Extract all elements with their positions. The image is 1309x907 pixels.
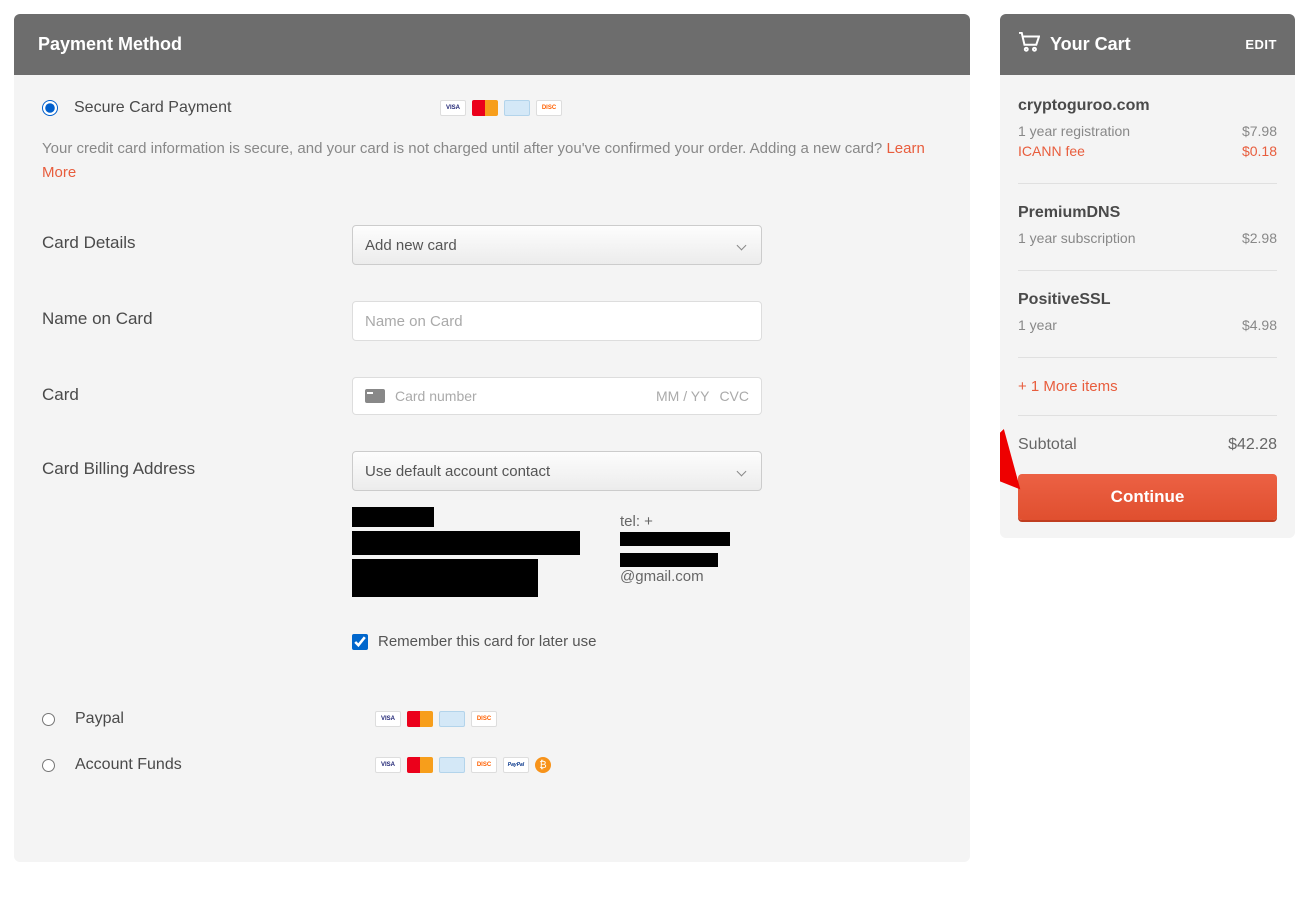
billing-address-label: Card Billing Address (42, 451, 352, 479)
card-label: Card (42, 377, 352, 405)
name-on-card-label: Name on Card (42, 301, 352, 329)
chevron-down-icon (737, 466, 747, 476)
secure-card-radio[interactable] (42, 100, 58, 116)
redacted-text (352, 559, 538, 597)
cart-line: 1 year$4.98 (1018, 317, 1277, 333)
chevron-down-icon (737, 240, 747, 250)
cart-line: 1 year registration$7.98 (1018, 123, 1277, 139)
account-funds-radio[interactable] (42, 759, 55, 772)
cart-line: ICANN fee$0.18 (1018, 143, 1277, 159)
cart-item-name: PositiveSSL (1018, 291, 1277, 309)
amex-icon (439, 711, 465, 727)
discover-icon: DISC (536, 100, 562, 116)
paypal-radio[interactable] (42, 713, 55, 726)
billing-address-select[interactable]: Use default account contact (352, 451, 762, 491)
cart-header: Your Cart EDIT (1000, 14, 1295, 75)
email-display: @gmail.com (620, 551, 762, 585)
name-on-card-input[interactable] (352, 301, 762, 341)
paypal-icon: PayPal (503, 757, 529, 773)
main-header: Payment Method (14, 14, 970, 75)
cart-icon (1018, 32, 1040, 57)
amex-icon (504, 100, 530, 116)
mastercard-icon (472, 100, 498, 116)
remember-card-label: Remember this card for later use (378, 633, 596, 650)
mastercard-icon (407, 757, 433, 773)
continue-button[interactable]: Continue (1018, 474, 1277, 520)
remember-card-checkbox[interactable] (352, 634, 368, 650)
subtotal-value: $42.28 (1228, 436, 1277, 454)
cart-line: 1 year subscription$2.98 (1018, 230, 1277, 246)
paypal-card-icons: VISA DISC (375, 711, 497, 727)
page-title: Payment Method (38, 34, 946, 55)
visa-icon: VISA (375, 711, 401, 727)
secure-card-label: Secure Card Payment (74, 99, 231, 117)
info-text: Your credit card information is secure, … (42, 137, 942, 185)
tel-display: tel: + (620, 513, 762, 547)
card-icon (365, 389, 385, 403)
visa-icon: VISA (440, 100, 466, 116)
bitcoin-icon: ₿ (535, 757, 551, 773)
cart-item-name: cryptoguroo.com (1018, 97, 1277, 115)
discover-icon: DISC (471, 757, 497, 773)
visa-icon: VISA (375, 757, 401, 773)
discover-icon: DISC (471, 711, 497, 727)
cart-item: PositiveSSL 1 year$4.98 (1018, 291, 1277, 358)
cart-item-name: PremiumDNS (1018, 204, 1277, 222)
billing-address-display: tel: + @gmail.com (352, 507, 762, 597)
subtotal-label: Subtotal (1018, 436, 1077, 454)
amex-icon (439, 757, 465, 773)
subtotal-row: Subtotal $42.28 (1018, 436, 1277, 474)
account-funds-label: Account Funds (75, 756, 355, 774)
more-items-link[interactable]: + 1 More items (1018, 378, 1277, 416)
card-details-select[interactable]: Add new card (352, 225, 762, 265)
cart-title: Your Cart (1050, 34, 1235, 55)
paypal-label: Paypal (75, 710, 355, 728)
cart-item: cryptoguroo.com 1 year registration$7.98 I… (1018, 97, 1277, 184)
redacted-text (352, 507, 434, 527)
funds-payment-icons: VISA DISC PayPal ₿ (375, 757, 551, 773)
mastercard-icon (407, 711, 433, 727)
cart-item: PremiumDNS 1 year subscription$2.98 (1018, 204, 1277, 271)
cart-edit-link[interactable]: EDIT (1245, 37, 1277, 52)
card-brand-icons: VISA DISC (440, 100, 562, 116)
card-details-label: Card Details (42, 225, 352, 253)
redacted-text (352, 531, 580, 555)
card-number-input[interactable]: Card number MM / YY CVC (352, 377, 762, 415)
